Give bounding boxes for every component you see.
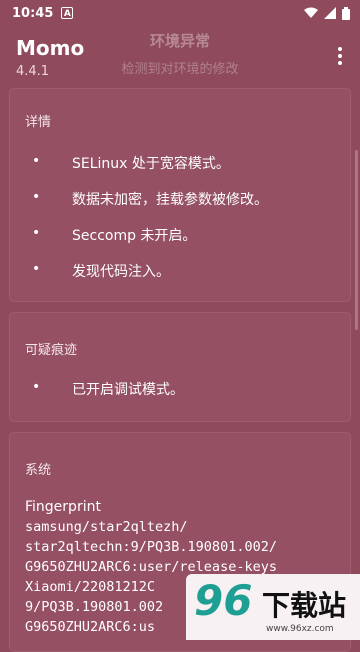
- fingerprint-line: Xiaomi/22081212C: [25, 579, 156, 595]
- watermark-url: www.96xz.com: [266, 624, 334, 634]
- app-bar: 环境异常 检测到对环境的修改 Momo 4.4.1: [0, 26, 360, 88]
- suspicious-card: 可疑痕迹 • 已开启调试模式。: [9, 312, 351, 422]
- system-title: 系统: [25, 463, 52, 478]
- list-item: • 数据未加密，挂载参数被修改。: [10, 189, 350, 209]
- fingerprint-line: 9/PQ3B.190801.002: [25, 599, 164, 615]
- fingerprint-line: G9650ZHU2ARC6:user/release-keys: [25, 559, 277, 575]
- detail-item-text: 数据未加密，挂载参数被修改。: [72, 192, 268, 208]
- battery-icon: [342, 6, 350, 20]
- bullet-icon: •: [32, 225, 41, 241]
- fingerprint-line: G9650ZHU2ARC6:us: [25, 619, 156, 635]
- detail-item-text: Seccomp 未开启。: [72, 228, 197, 244]
- notification-a-icon: A: [61, 7, 74, 19]
- details-title: 详情: [25, 115, 52, 130]
- status-time: 10:45: [12, 5, 54, 21]
- list-item: • 已开启调试模式。: [10, 379, 350, 399]
- suspicious-title: 可疑痕迹: [25, 343, 78, 358]
- status-bar: 10:45 A: [0, 0, 360, 26]
- fingerprint-line: samsung/star2qltezh/: [25, 519, 188, 535]
- scrollbar[interactable]: [355, 150, 358, 330]
- list-item: • 发现代码注入。: [10, 261, 350, 281]
- app-version: 4.4.1: [16, 64, 50, 79]
- watermark-logo: 96: [194, 576, 253, 625]
- app-title: Momo: [16, 36, 85, 60]
- detail-item-text: 发现代码注入。: [72, 264, 170, 280]
- bullet-icon: •: [32, 379, 41, 395]
- bullet-icon: •: [32, 153, 41, 169]
- watermark-text: 下载站: [262, 589, 347, 622]
- suspicious-item-text: 已开启调试模式。: [72, 382, 184, 398]
- bullet-icon: •: [32, 261, 41, 277]
- signal-icon: [324, 7, 336, 19]
- list-item: • Seccomp 未开启。: [10, 225, 350, 245]
- bullet-icon: •: [32, 189, 41, 205]
- fingerprint-label: Fingerprint: [25, 499, 101, 515]
- detail-item-text: SELinux 处于宽容模式。: [72, 156, 230, 172]
- overlay-subtitle: 检测到对环境的修改: [121, 62, 239, 77]
- wifi-icon: [304, 7, 318, 18]
- list-item: • SELinux 处于宽容模式。: [10, 153, 350, 173]
- watermark: 96 下载站 www.96xz.com: [186, 574, 360, 640]
- fingerprint-line: star2qltechn:9/PQ3B.190801.002/: [25, 539, 277, 555]
- more-vert-icon[interactable]: [330, 42, 350, 70]
- details-card: 详情 • SELinux 处于宽容模式。 • 数据未加密，挂载参数被修改。 • …: [9, 88, 351, 302]
